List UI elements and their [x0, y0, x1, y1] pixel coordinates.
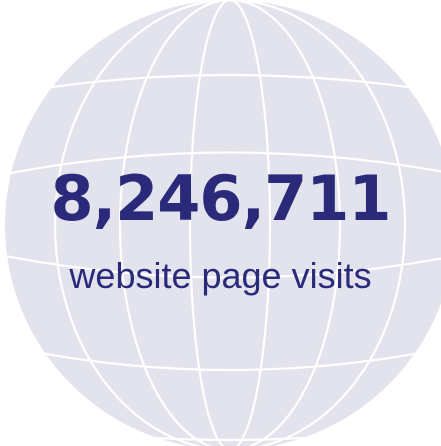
stat-card: 8,246,711 website page visits [0, 0, 441, 446]
stat-value: 8,246,711 [50, 162, 391, 235]
stat-label: website page visits [69, 255, 372, 296]
